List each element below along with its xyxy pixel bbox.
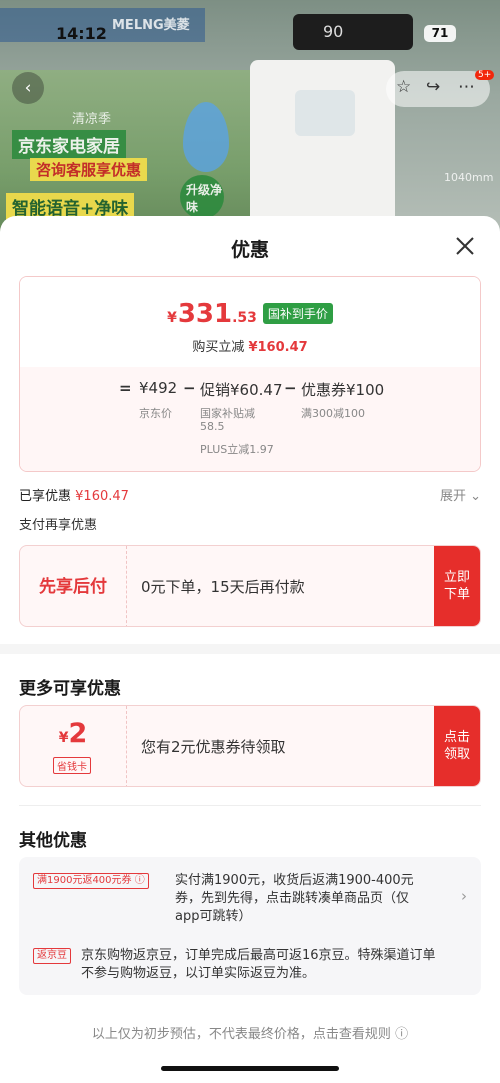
star-icon[interactable]: ☆ [396, 77, 411, 97]
pay-section-title: 支付再享优惠 [19, 518, 98, 533]
more-discounts-title: 更多可享优惠 [19, 679, 121, 699]
coupon-amount: ¥2 [58, 718, 88, 749]
product-page-background: 90 MELNG美菱 清凉季 京东家电家居 咨询客服享优惠 智能语音+净味 升级… [0, 0, 500, 240]
other-discounts-list: 满1900元返400元券 ⓘ 实付满1900元，收货后返满1900-400元 券… [19, 857, 481, 995]
offer-jd-beans: 返京豆 京东购物返京豆，订单完成后最高可返16京豆。特殊渠道订单 不参与购物返豆… [33, 947, 473, 987]
coupon-card[interactable]: ¥2 省钱卡 您有2元优惠券待领取 点击领取 [19, 705, 481, 787]
section-divider [0, 644, 500, 654]
promo-line-1: 京东家电家居 [12, 130, 126, 159]
more-icon[interactable]: ⋯ [458, 77, 475, 97]
subsidy-value: 58.5 [200, 420, 225, 433]
immediate-discount-amount: ¥160.47 [248, 340, 308, 355]
other-discounts-title: 其他优惠 [19, 831, 87, 851]
enjoyed-discount-row: 已享优惠 ¥160.47 展开 ⌄ [19, 485, 481, 504]
status-time: 14:12 [56, 24, 107, 43]
promo-discount: 促销¥60.47 [200, 381, 283, 399]
final-price: ¥ 331 .53 国补到手价 [20, 299, 480, 329]
order-now-button[interactable]: 立即下单 [434, 546, 480, 626]
divider-line [19, 805, 481, 806]
water-dispenser-image [250, 60, 395, 240]
chevron-down-icon: ⌄ [470, 489, 481, 504]
final-price-decimal: .53 [232, 310, 257, 326]
subsidy-label: 国家补贴减 [200, 407, 255, 420]
claim-coupon-button[interactable]: 点击领取 [434, 706, 480, 786]
back-button[interactable]: ‹ [12, 72, 44, 104]
price-summary: ¥ 331 .53 国补到手价 购买立减 ¥160.47 [20, 277, 480, 367]
jd-price: ¥492 [139, 379, 178, 397]
promo-line-2: 咨询客服享优惠 [30, 158, 148, 181]
notification-badge: 5+ [475, 70, 495, 80]
jd-price-label: 京东价 [139, 407, 172, 420]
pay-later-card[interactable]: 先享后付 0元下单，15天后再付款 立即下单 [19, 545, 481, 627]
price-breakdown-card: ¥ 331 .53 国补到手价 购买立减 ¥160.47 = ¥492 − 促销… [19, 276, 481, 472]
home-indicator[interactable] [161, 1066, 339, 1071]
immediate-discount: 购买立减 ¥160.47 [192, 340, 308, 355]
pay-later-desc: 0元下单，15天后再付款 [141, 578, 305, 596]
offer-tag: 满1900元返400元券 ⓘ [33, 873, 149, 889]
sheet-header: 优惠 [0, 216, 500, 276]
battery-indicator: 71 [424, 25, 456, 42]
sheet-title: 优惠 [230, 239, 269, 261]
coupon-discount: 优惠券¥100 [301, 381, 385, 399]
price-formula: = ¥492 − 促销¥60.47 − 优惠券¥100 京东价 国家补贴减 58… [20, 367, 480, 471]
info-icon: ⓘ [395, 1027, 409, 1042]
coupon-desc: 您有2元优惠券待领取 [141, 738, 286, 756]
expand-toggle[interactable]: 展开 ⌄ [440, 485, 481, 504]
size-label: 1040mm [444, 171, 494, 184]
season-label: 清凉季 [72, 112, 112, 127]
pay-later-label: 先享后付 [20, 546, 127, 626]
final-price-integer: 331 [177, 299, 233, 329]
offer-cashback-coupon[interactable]: 满1900元返400元券 ⓘ 实付满1900元，收货后返满1900-400元 券… [33, 872, 473, 932]
coupon-condition: 满300减100 [301, 407, 365, 420]
share-icon[interactable]: ↪ [426, 77, 440, 97]
brand-logo: MELNG美菱 [112, 18, 190, 33]
rules-footnote[interactable]: 以上仅为初步预估，不代表最终价格，点击查看规则 ⓘ [0, 1023, 500, 1042]
info-icon: ⓘ [134, 875, 145, 886]
subsidy-price-tag: 国补到手价 [262, 303, 333, 324]
discount-sheet: 优惠 ¥ 331 .53 国补到手价 购买立减 ¥160.47 = ¥492 − [0, 216, 500, 1083]
enjoyed-amount: ¥160.47 [75, 489, 129, 504]
chevron-left-icon: ‹ [24, 78, 32, 98]
minus-sign: − [284, 379, 297, 397]
plus-discount-label: PLUS立减1.97 [200, 443, 274, 456]
minus-sign: − [183, 379, 196, 397]
offer-tag: 返京豆 [33, 948, 71, 964]
close-icon[interactable] [454, 235, 476, 257]
saving-card-tag: 省钱卡 [53, 757, 91, 774]
dispenser-display: 90 [293, 14, 413, 50]
coupon-value-block: ¥2 省钱卡 [20, 706, 127, 786]
upgrade-badge: 升级净味 [180, 175, 224, 219]
chevron-right-icon[interactable]: › [461, 887, 467, 905]
equals-sign: = [119, 379, 132, 397]
